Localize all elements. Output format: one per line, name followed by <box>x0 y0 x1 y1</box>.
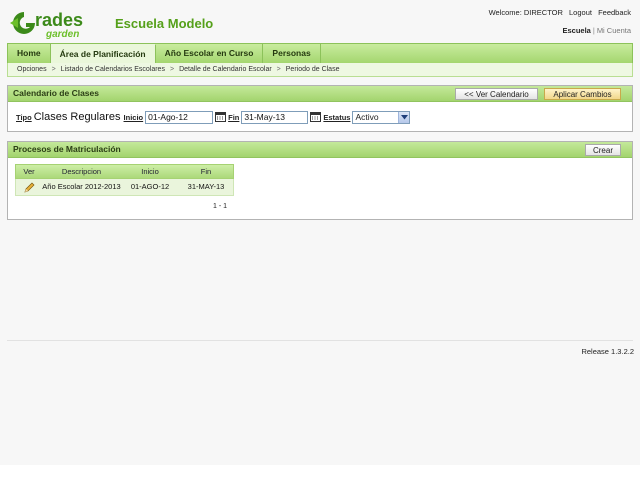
crear-button[interactable]: Crear <box>585 144 621 156</box>
aplicar-cambios-button[interactable]: Aplicar Cambios <box>544 88 621 100</box>
main-nav: Home Área de Planificación Año Escolar e… <box>7 43 633 63</box>
column-header-fin[interactable]: Fin <box>179 165 233 178</box>
column-header-inicio[interactable]: Inicio <box>121 165 179 178</box>
breadcrumb-separator: > <box>169 66 175 73</box>
row-descripcion: Año Escolar 2012-2013 <box>42 182 121 191</box>
tab-ano-escolar[interactable]: Año Escolar en Curso <box>156 44 264 63</box>
row-fin: 31-MAY-13 <box>187 182 225 191</box>
tab-area-planificacion[interactable]: Área de Planificación <box>50 44 156 63</box>
grades-garden-logo[interactable]: rades garden <box>8 6 104 40</box>
school-switcher: Escuela | Mi Cuenta <box>563 26 632 35</box>
breadcrumb-periodo-clase: Periodo de Clase <box>285 66 340 73</box>
inicio-label: Inicio <box>123 112 144 122</box>
my-account-link[interactable]: Mi Cuenta <box>597 26 631 35</box>
breadcrumb-opciones[interactable]: Opciones <box>17 66 47 73</box>
logo-text-bottom: garden <box>45 29 79 40</box>
pagination-info: 1 - 1 <box>213 203 228 210</box>
inicio-date-field[interactable]: 01-Ago-12 <box>145 110 214 124</box>
calendario-panel: Calendario de Clases << Ver Calendario A… <box>7 85 633 132</box>
procesos-table: Ver Descripcion Inicio Fin Año Escolar 2… <box>15 164 234 196</box>
welcome-text: Welcome: DIRECTOR <box>488 8 563 17</box>
breadcrumb-detalle-calendario[interactable]: Detalle de Calendario Escolar <box>179 66 272 73</box>
school-separator: | <box>592 26 595 35</box>
calendario-form: Tipo Clases Regulares Inicio 01-Ago-12 F… <box>16 110 411 124</box>
feedback-link[interactable]: Feedback <box>598 8 631 17</box>
column-header-descripcion[interactable]: Descripcion <box>42 165 121 178</box>
column-header-ver: Ver <box>23 167 35 176</box>
chevron-down-icon[interactable] <box>398 111 410 123</box>
fin-date-field[interactable]: 31-May-13 <box>241 110 309 124</box>
tipo-label: Tipo <box>16 112 32 122</box>
calendario-panel-header: Calendario de Clases << Ver Calendario A… <box>8 86 632 102</box>
logo-text-top: rades <box>35 10 83 30</box>
tab-home[interactable]: Home <box>8 44 51 63</box>
breadcrumb-separator: > <box>276 66 281 73</box>
bottom-strip <box>0 465 640 480</box>
tab-personas[interactable]: Personas <box>263 44 321 63</box>
fin-calendar-icon[interactable] <box>310 112 322 122</box>
release-version: Release 1.3.2.2 <box>581 347 634 356</box>
user-links: Welcome: DIRECTOR Logout Feedback <box>485 8 631 17</box>
row-inicio: 01-AGO-12 <box>130 182 170 191</box>
inicio-calendar-icon[interactable] <box>215 112 227 122</box>
procesos-panel-title: Procesos de Matriculación <box>13 144 121 154</box>
footer-divider <box>7 340 633 341</box>
table-row[interactable]: Año Escolar 2012-2013 01-AGO-12 31-MAY-1… <box>15 179 234 196</box>
tipo-value: Clases Regulares <box>33 111 121 123</box>
school-name: Escuela Modelo <box>115 16 214 31</box>
breadcrumb: Opciones > Listado de Calendarios Escolare… <box>7 63 633 77</box>
estatus-selected-value: Activo <box>355 111 379 122</box>
estatus-select[interactable]: Activo <box>352 110 411 124</box>
procesos-panel: Procesos de Matriculación Crear Ver Desc… <box>7 141 633 220</box>
breadcrumb-separator: > <box>51 66 56 73</box>
current-school-link[interactable]: Escuela <box>563 26 591 35</box>
fin-label: Fin <box>228 112 240 122</box>
calendario-panel-title: Calendario de Clases <box>13 88 99 98</box>
table-header: Ver Descripcion Inicio Fin <box>15 164 234 179</box>
procesos-panel-header: Procesos de Matriculación Crear <box>8 142 632 158</box>
breadcrumb-listado-calendarios[interactable]: Listado de Calendarios Escolares <box>61 66 165 73</box>
logout-link[interactable]: Logout <box>569 8 592 17</box>
ver-calendario-button[interactable]: << Ver Calendario <box>455 88 538 100</box>
edit-pencil-icon[interactable] <box>16 179 42 195</box>
estatus-label: Estatus <box>323 112 351 122</box>
